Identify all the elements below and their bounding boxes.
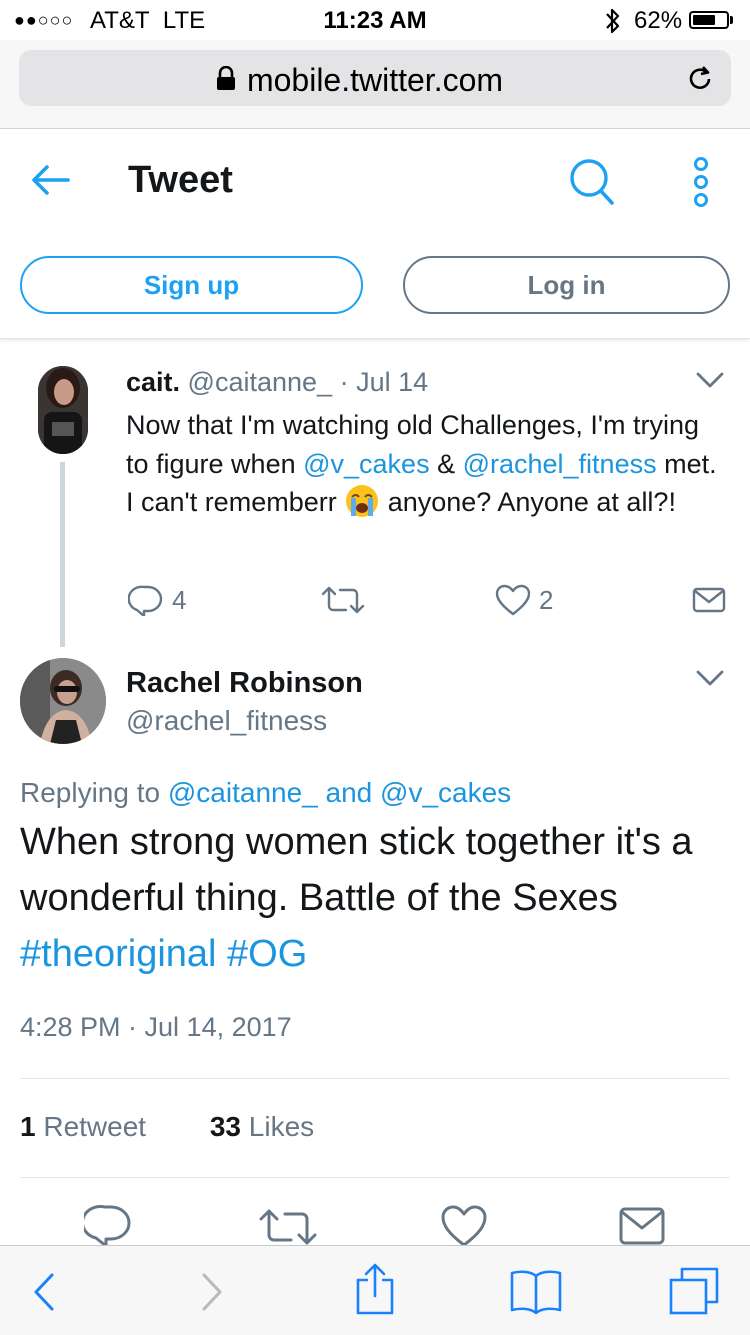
reply-icon: [128, 585, 163, 616]
url-text[interactable]: mobile.twitter.com: [19, 62, 731, 99]
browser-address-area: mobile.twitter.com: [0, 40, 750, 129]
replying-to: Replying to @caitanne_ and @v_cakes: [20, 777, 511, 809]
chevron-down-icon[interactable]: [695, 668, 725, 688]
tweet-text: Now that I'm watching old Challenges, I'…: [126, 406, 726, 522]
status-bar: ●●○○○ AT&T LTE 11:23 AM 62%: [0, 0, 750, 40]
chevron-down-icon[interactable]: [695, 370, 725, 390]
avatar-photo: [20, 658, 106, 744]
avatar-photo: [38, 366, 88, 454]
page-header: Tweet Sign up Log in: [0, 129, 750, 339]
avatar[interactable]: [20, 658, 106, 744]
forward-chevron-icon[interactable]: [200, 1272, 224, 1312]
mention-link[interactable]: @v_cakes: [303, 449, 429, 479]
like-count: 33: [209, 1111, 242, 1142]
more-options-icon[interactable]: [690, 157, 712, 209]
tweet-timestamp: 4:28 PM · Jul 14, 2017: [20, 1012, 292, 1042]
sign-up-button[interactable]: Sign up: [20, 256, 363, 314]
address-bar[interactable]: mobile.twitter.com: [19, 50, 731, 106]
battery-icon: [689, 11, 729, 29]
browser-toolbar: [0, 1245, 750, 1335]
tweet-stats: 1 Retweet 33 Likes: [20, 1111, 314, 1143]
envelope-icon[interactable]: [618, 1206, 666, 1246]
likes-label: Likes: [248, 1111, 315, 1142]
bookmarks-icon[interactable]: [509, 1268, 563, 1314]
mention-link[interactable]: @rachel_fitness: [463, 449, 657, 479]
heart-icon[interactable]: [440, 1204, 488, 1248]
tabs-icon[interactable]: [668, 1266, 720, 1316]
battery-tip: [730, 16, 733, 24]
retweet-count: 1: [20, 1111, 36, 1142]
tweet-body-text: When strong women stick together it's a …: [20, 821, 693, 919]
divider: [20, 1078, 730, 1079]
reload-icon[interactable]: [687, 64, 715, 94]
like-count: 2: [539, 584, 554, 615]
header-separator: ·: [339, 367, 349, 397]
avatar[interactable]: [38, 366, 88, 454]
author-name[interactable]: cait.: [126, 367, 180, 397]
bluetooth-icon: [606, 8, 620, 34]
direct-message-action[interactable]: [692, 587, 726, 613]
reply-action[interactable]: 4: [128, 584, 186, 616]
mention-link[interactable]: @v_cakes: [380, 777, 511, 808]
envelope-icon: [692, 587, 726, 613]
thread-connector: [60, 462, 65, 647]
like-action[interactable]: 2: [495, 584, 553, 616]
tweet-text-part: &: [429, 448, 463, 479]
tweet-header: cait. @caitanne_ · Jul 14: [126, 367, 428, 398]
crying-face-emoji-icon: [346, 485, 379, 517]
replying-and: and: [325, 777, 373, 808]
divider: [20, 1177, 730, 1178]
author-handle[interactable]: @rachel_fitness: [126, 705, 327, 737]
back-chevron-icon[interactable]: [32, 1272, 56, 1312]
retweet-icon[interactable]: [258, 1208, 318, 1246]
hashtag-link[interactable]: #OG: [227, 933, 307, 975]
tweet-text-part: anyone? Anyone at all?!: [380, 487, 676, 517]
reply-count: 4: [172, 584, 187, 615]
search-icon[interactable]: [568, 157, 616, 207]
back-arrow-icon[interactable]: [30, 163, 70, 197]
retweet-label: Retweet: [43, 1111, 147, 1142]
tweet-body: When strong women stick together it's a …: [20, 814, 730, 982]
page-title: Tweet: [128, 159, 233, 201]
replying-prefix: Replying to: [20, 777, 161, 808]
author-name[interactable]: Rachel Robinson: [126, 667, 363, 700]
author-handle[interactable]: @caitanne_: [188, 367, 333, 397]
mention-link[interactable]: @caitanne_: [168, 777, 318, 808]
share-icon[interactable]: [355, 1262, 395, 1316]
battery-percent: 62%: [634, 7, 683, 34]
log-in-button[interactable]: Log in: [403, 256, 730, 314]
retweet-action[interactable]: [320, 586, 366, 614]
reply-icon[interactable]: [84, 1204, 132, 1248]
likes-stat[interactable]: 33 Likes: [210, 1111, 314, 1142]
hashtag-link[interactable]: #theoriginal: [20, 933, 216, 975]
tweet-date[interactable]: Jul 14: [356, 367, 428, 397]
heart-icon: [495, 584, 531, 616]
retweet-icon: [321, 586, 365, 614]
retweets-stat[interactable]: 1 Retweet: [20, 1111, 146, 1142]
